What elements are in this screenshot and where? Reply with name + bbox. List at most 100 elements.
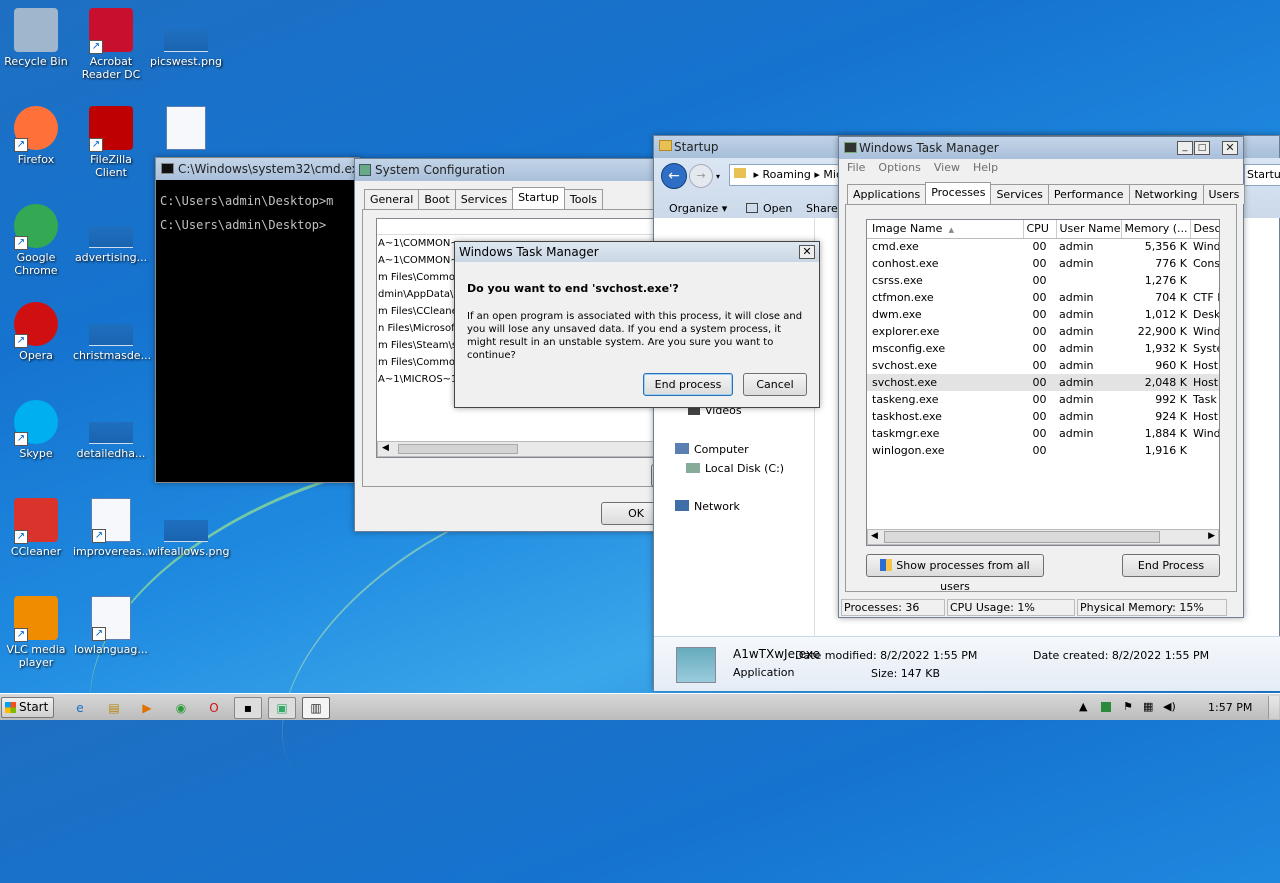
process-row[interactable]: taskhost.exe 00 admin 924 K Host [867, 408, 1219, 425]
cmd-console[interactable]: C:\Users\admin\Desktop>m C:\Users\admin\… [156, 180, 359, 246]
msconfig-title-bar[interactable]: System Configuration [355, 159, 665, 181]
show-all-users-button[interactable]: Show processes from all users [866, 554, 1044, 593]
desktop-icon[interactable]: advertising... [73, 204, 149, 264]
msconfig-tab-boot[interactable]: Boot [418, 189, 456, 209]
taskmgr-tab-networking[interactable]: Networking [1128, 184, 1204, 204]
startup-hscrollbar[interactable]: ◀ [377, 441, 665, 457]
taskmgr-tab-users[interactable]: Users [1202, 184, 1246, 204]
dialog-cancel-button[interactable]: Cancel [743, 373, 807, 396]
process-row[interactable]: conhost.exe 00 admin 776 K Cons [867, 255, 1219, 272]
process-row[interactable]: cmd.exe 00 admin 5,356 K Wind [867, 238, 1219, 255]
scroll-right-icon[interactable]: ▶ [1208, 531, 1215, 541]
taskmgr-title-bar[interactable]: Windows Task Manager _ □ ✕ [839, 137, 1243, 159]
process-hscrollbar[interactable]: ◀ ▶ [867, 529, 1219, 545]
desktop-icon[interactable]: ↗ FileZilla Client [73, 106, 149, 179]
scroll-left-icon[interactable]: ◀ [871, 531, 878, 541]
dialog-title-bar[interactable]: Windows Task Manager ✕ [455, 242, 819, 262]
column-header[interactable]: CPU [1023, 220, 1057, 239]
desktop-icon[interactable]: wifeallows.png [148, 498, 229, 558]
flag-icon[interactable]: ⚑ [1123, 697, 1133, 717]
desktop-icon[interactable]: ↗ Firefox [0, 106, 74, 166]
taskmgr-taskbar-icon[interactable]: ▥ [302, 697, 330, 719]
close-icon[interactable]: ✕ [1222, 141, 1238, 155]
column-header[interactable]: User Name [1056, 220, 1122, 239]
desktop-icon[interactable]: christmasde... [73, 302, 151, 362]
scroll-left-icon[interactable]: ◀ [382, 443, 389, 453]
minimize-icon[interactable]: _ [1177, 141, 1193, 155]
desktop-icon[interactable]: ↗ Acrobat Reader DC [73, 8, 149, 81]
chrome-taskbar-icon[interactable]: ◉ [167, 697, 195, 719]
dialog-close-icon[interactable]: ✕ [799, 245, 815, 259]
startup-list-header[interactable] [377, 219, 665, 235]
desktop-icon[interactable]: ↗ improvereas... [73, 498, 152, 558]
menu-view[interactable]: View [934, 161, 960, 174]
process-row[interactable]: ctfmon.exe 00 admin 704 K CTF I [867, 289, 1219, 306]
desktop-icon[interactable] [148, 106, 224, 153]
desktop-icon[interactable]: detailedha... [73, 400, 149, 460]
tray-app-icon[interactable] [1101, 702, 1111, 712]
media-player-icon[interactable]: ▶ [133, 697, 161, 719]
maximize-icon[interactable]: □ [1194, 141, 1210, 155]
scroll-thumb[interactable] [398, 444, 518, 454]
address-bar[interactable]: ▸ Roaming ▸ Mic [729, 164, 849, 186]
nav-local-disk[interactable]: Local Disk (C:) [686, 462, 784, 475]
msconfig-taskbar-icon[interactable]: ▣ [268, 697, 296, 719]
menu-file[interactable]: File [847, 161, 865, 174]
organize-button[interactable]: Organize ▾ [669, 202, 727, 215]
open-button[interactable]: Open [746, 202, 792, 215]
taskmgr-tab-performance[interactable]: Performance [1047, 184, 1130, 204]
process-row[interactable]: winlogon.exe 00 1,916 K [867, 442, 1219, 459]
desktop-icon[interactable]: ↗ VLC media player [0, 596, 74, 669]
back-icon[interactable]: ← [661, 163, 687, 189]
desktop-icon[interactable]: Recycle Bin [0, 8, 74, 68]
nav-computer[interactable]: Computer [675, 443, 749, 456]
cmd-window[interactable]: C:\Windows\system32\cmd.exe C:\Users\adm… [155, 157, 360, 483]
show-desktop-button[interactable] [1268, 696, 1279, 719]
column-header[interactable]: Desc [1190, 220, 1219, 239]
taskmgr-tab-applications[interactable]: Applications [847, 184, 927, 204]
search-box[interactable]: Startup [1244, 164, 1280, 186]
confirm-end-process-button[interactable]: End process [643, 373, 733, 396]
ie-icon[interactable]: e [66, 697, 94, 719]
desktop-icon[interactable]: picswest.png [148, 8, 224, 68]
desktop-icon[interactable]: ↗ Google Chrome [0, 204, 74, 277]
process-list[interactable]: Image Name ▲ CPU User Name Memory (... Desc … [866, 219, 1220, 546]
msconfig-tab-startup[interactable]: Startup [512, 187, 565, 209]
forward-icon[interactable]: → [689, 164, 713, 188]
breadcrumb-roaming[interactable]: Roaming [763, 168, 811, 181]
tray-expand-icon[interactable]: ▲ [1079, 697, 1087, 717]
cmd-taskbar-icon[interactable]: ▪ [234, 697, 262, 719]
start-button[interactable]: Start [1, 697, 54, 718]
process-row[interactable]: dwm.exe 00 admin 1,012 K Desk [867, 306, 1219, 323]
desktop-icon[interactable]: ↗ Opera [0, 302, 74, 362]
taskmgr-tab-services[interactable]: Services [990, 184, 1049, 204]
taskmgr-tab-processes[interactable]: Processes [925, 182, 992, 204]
network-tray-icon[interactable]: ▦ [1143, 697, 1153, 717]
process-row[interactable]: explorer.exe 00 admin 22,900 K Wind [867, 323, 1219, 340]
task-manager-window[interactable]: Windows Task Manager _ □ ✕ File Options Vi… [838, 136, 1246, 618]
msconfig-tab-tools[interactable]: Tools [563, 189, 604, 209]
volume-icon[interactable]: ◀) [1163, 697, 1176, 717]
process-row[interactable]: svchost.exe 00 admin 960 K Host [867, 357, 1219, 374]
process-row[interactable]: taskeng.exe 00 admin 992 K Task [867, 391, 1219, 408]
menu-options[interactable]: Options [878, 161, 920, 174]
process-row[interactable]: taskmgr.exe 00 admin 1,884 K Wind [867, 425, 1219, 442]
column-header[interactable]: Image Name ▲ [867, 220, 1024, 239]
opera-taskbar-icon[interactable]: O [200, 697, 228, 719]
desktop-icon[interactable]: ↗ lowlanguag... [73, 596, 149, 656]
share-button[interactable]: Share [806, 202, 838, 215]
process-row[interactable]: csrss.exe 00 1,276 K [867, 272, 1219, 289]
process-row[interactable]: msconfig.exe 00 admin 1,932 K Syste [867, 340, 1219, 357]
msconfig-tab-general[interactable]: General [364, 189, 420, 209]
history-dropdown-icon[interactable]: ▾ [716, 172, 720, 181]
desktop-icon[interactable]: ↗ Skype [0, 400, 74, 460]
msconfig-tab-services[interactable]: Services [454, 189, 514, 209]
explorer-taskbar-icon[interactable]: ▤ [100, 697, 128, 719]
column-header[interactable]: Memory (... [1121, 220, 1191, 239]
cmd-title-bar[interactable]: C:\Windows\system32\cmd.exe [156, 158, 359, 180]
menu-help[interactable]: Help [973, 161, 998, 174]
end-process-dialog[interactable]: Windows Task Manager ✕ Do you want to en… [454, 241, 820, 408]
process-row[interactable]: svchost.exe 00 admin 2,048 K Host [867, 374, 1219, 391]
scroll-thumb[interactable] [884, 531, 1160, 543]
desktop-icon[interactable]: ↗ CCleaner [0, 498, 74, 558]
